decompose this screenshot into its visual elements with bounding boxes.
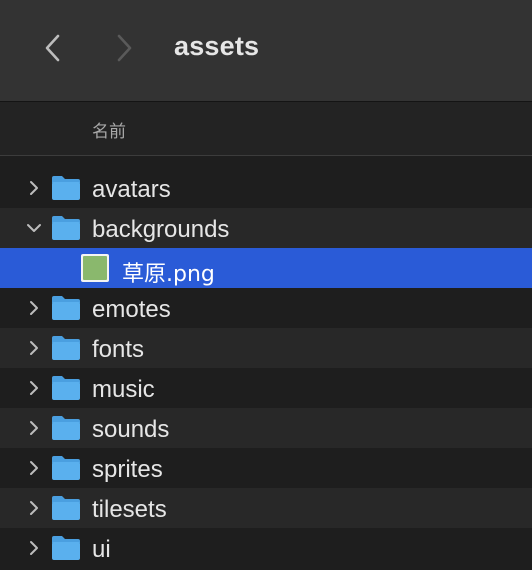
chevron-right-icon bbox=[30, 541, 38, 555]
folder-icon bbox=[52, 176, 80, 200]
list-item-file[interactable]: 草原.png bbox=[0, 248, 532, 288]
column-header-label: 名前 bbox=[92, 122, 126, 142]
folder-icon bbox=[52, 536, 80, 560]
chevron-right-icon bbox=[30, 181, 38, 195]
window-title: assets bbox=[174, 31, 260, 61]
column-header-name[interactable]: 名前 bbox=[0, 102, 532, 156]
list-item-fonts[interactable]: fonts bbox=[0, 328, 532, 368]
item-name: music bbox=[92, 376, 155, 403]
list-item-tilesets[interactable]: tilesets bbox=[0, 488, 532, 528]
disclosure-triangle[interactable] bbox=[24, 498, 44, 518]
file-list: avatars backgrounds 草原.png emotes fonts … bbox=[0, 168, 532, 568]
disclosure-triangle[interactable] bbox=[24, 298, 44, 318]
item-name: tilesets bbox=[92, 496, 167, 523]
finder-window: assets 名前 avatars backgrounds 草原.png emo… bbox=[0, 0, 532, 570]
disclosure-triangle[interactable] bbox=[24, 458, 44, 478]
folder-icon bbox=[52, 376, 80, 400]
disclosure-triangle[interactable] bbox=[24, 538, 44, 558]
disclosure-triangle[interactable] bbox=[24, 178, 44, 198]
image-thumbnail-icon bbox=[81, 254, 109, 282]
chevron-right-icon bbox=[30, 461, 38, 475]
folder-icon bbox=[52, 416, 80, 440]
back-button[interactable] bbox=[33, 28, 73, 68]
toolbar: assets bbox=[0, 0, 532, 102]
list-item-backgrounds[interactable]: backgrounds bbox=[0, 208, 532, 248]
disclosure-triangle[interactable] bbox=[24, 378, 44, 398]
item-name: ui bbox=[92, 536, 111, 563]
folder-icon bbox=[52, 296, 80, 320]
disclosure-triangle[interactable] bbox=[24, 218, 44, 238]
item-name: 草原.png bbox=[122, 262, 215, 287]
chevron-left-icon bbox=[45, 34, 60, 62]
forward-button[interactable] bbox=[104, 28, 144, 68]
item-name: emotes bbox=[92, 296, 171, 323]
list-item-emotes[interactable]: emotes bbox=[0, 288, 532, 328]
item-name: sprites bbox=[92, 456, 163, 483]
item-name: fonts bbox=[92, 336, 145, 363]
list-item-sprites[interactable]: sprites bbox=[0, 448, 532, 488]
folder-icon bbox=[52, 216, 80, 240]
disclosure-triangle[interactable] bbox=[24, 338, 44, 358]
item-name: backgrounds bbox=[92, 216, 230, 243]
list-item-music[interactable]: music bbox=[0, 368, 532, 408]
folder-icon bbox=[52, 496, 80, 520]
item-name: sounds bbox=[92, 416, 170, 443]
item-name: avatars bbox=[92, 176, 171, 203]
chevron-right-icon bbox=[117, 34, 132, 62]
chevron-down-icon bbox=[27, 224, 41, 232]
chevron-right-icon bbox=[30, 381, 38, 395]
chevron-right-icon bbox=[30, 421, 38, 435]
folder-icon bbox=[52, 456, 80, 480]
list-item-ui[interactable]: ui bbox=[0, 528, 532, 568]
disclosure-triangle[interactable] bbox=[24, 418, 44, 438]
list-item-sounds[interactable]: sounds bbox=[0, 408, 532, 448]
chevron-right-icon bbox=[30, 341, 38, 355]
chevron-right-icon bbox=[30, 301, 38, 315]
list-item-avatars[interactable]: avatars bbox=[0, 168, 532, 208]
chevron-right-icon bbox=[30, 501, 38, 515]
folder-icon bbox=[52, 336, 80, 360]
